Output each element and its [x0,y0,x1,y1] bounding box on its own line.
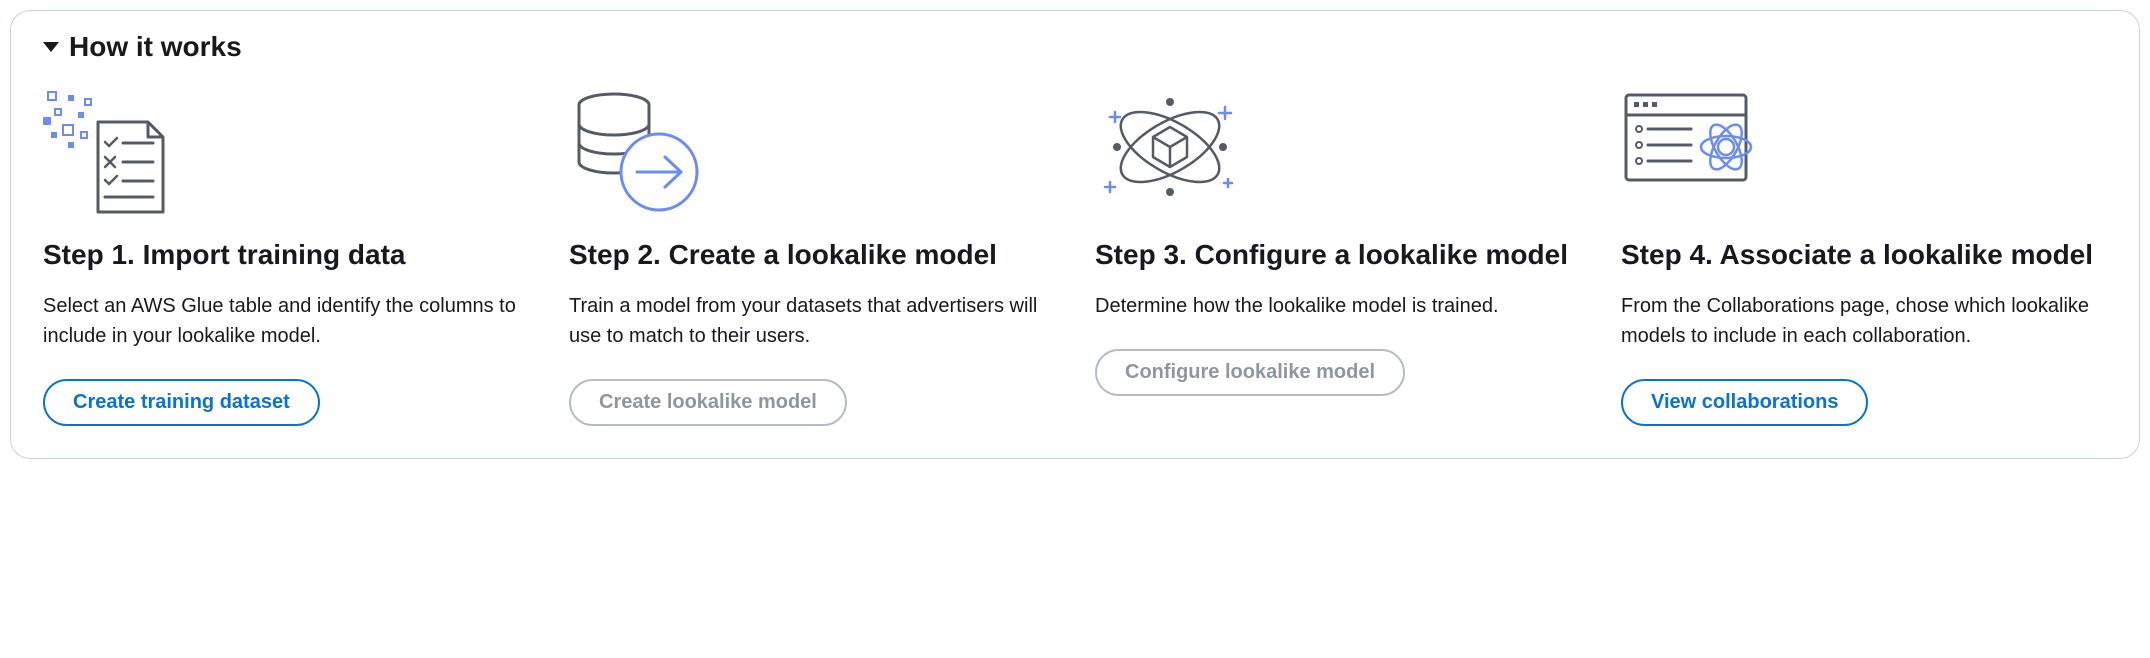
step-title: Step 3. Configure a lookalike model [1095,237,1581,273]
step-4: Step 4. Associate a lookalike model From… [1621,87,2107,426]
section-title: How it works [69,31,242,63]
create-training-dataset-button[interactable]: Create training dataset [43,379,320,426]
step-description: Determine how the lookalike model is tra… [1095,291,1581,321]
create-model-icon [569,87,1055,217]
associate-model-icon [1621,87,2107,217]
view-collaborations-button[interactable]: View collaborations [1621,379,1868,426]
step-2: Step 2. Create a lookalike model Train a… [569,87,1055,426]
section-header[interactable]: How it works [43,31,2107,63]
step-title: Step 1. Import training data [43,237,529,273]
step-title: Step 4. Associate a lookalike model [1621,237,2107,273]
configure-model-icon [1095,87,1581,217]
step-description: From the Collaborations page, chose whic… [1621,291,2107,351]
configure-lookalike-model-button: Configure lookalike model [1095,349,1405,396]
step-description: Select an AWS Glue table and identify th… [43,291,529,351]
step-1: Step 1. Import training data Select an A… [43,87,529,426]
steps-row: Step 1. Import training data Select an A… [43,87,2107,426]
how-it-works-panel: How it works [10,10,2140,459]
step-description: Train a model from your datasets that ad… [569,291,1055,351]
import-data-icon [43,87,529,217]
create-lookalike-model-button: Create lookalike model [569,379,847,426]
step-3: Step 3. Configure a lookalike model Dete… [1095,87,1581,426]
caret-down-icon [43,42,59,52]
step-title: Step 2. Create a lookalike model [569,237,1055,273]
